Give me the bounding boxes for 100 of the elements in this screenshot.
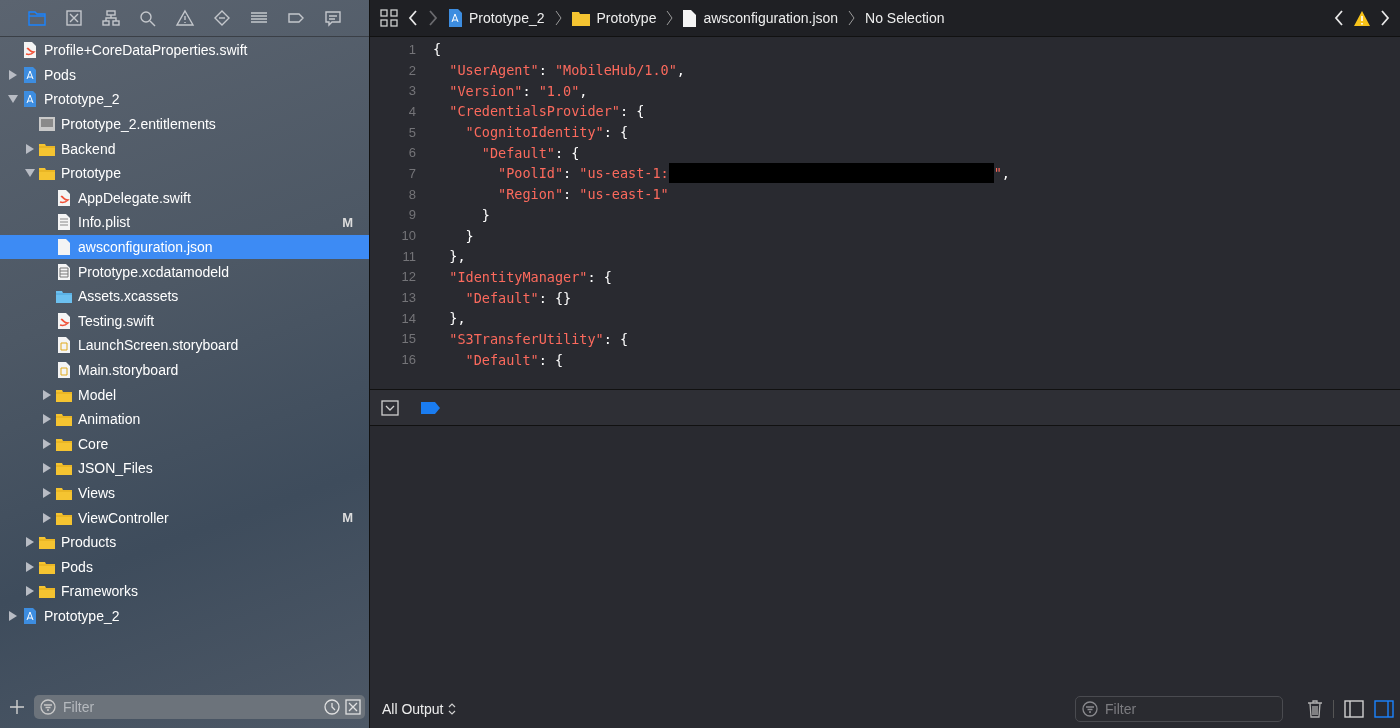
tree-item[interactable]: Profile+CoreDataProperties.swift bbox=[0, 38, 369, 63]
code-punctuation: : { bbox=[554, 144, 580, 161]
diamond-icon[interactable] bbox=[212, 9, 232, 27]
tree-item[interactable]: Pods bbox=[0, 554, 369, 580]
collapsed-triangle-icon[interactable] bbox=[42, 463, 52, 474]
document-icon bbox=[683, 9, 697, 27]
code-string: "UserAgent" bbox=[449, 62, 539, 79]
chevron-icon bbox=[666, 10, 674, 26]
line-number: 13 bbox=[400, 290, 416, 306]
right-pane-toggle-icon[interactable] bbox=[1374, 700, 1394, 718]
speech-icon[interactable] bbox=[323, 9, 343, 27]
folder-icon bbox=[56, 485, 72, 501]
collapsed-triangle-icon[interactable] bbox=[42, 389, 52, 400]
code-punctuation: : bbox=[522, 82, 532, 99]
back-icon[interactable] bbox=[408, 10, 418, 26]
tree-item[interactable]: Prototype_2.entitlements bbox=[0, 111, 369, 137]
breadcrumb[interactable]: awsconfiguration.json bbox=[683, 9, 839, 27]
project-icon bbox=[22, 66, 38, 83]
tree-item[interactable]: Assets.xcassets bbox=[0, 283, 369, 309]
hide-panel-icon[interactable] bbox=[381, 399, 399, 416]
file-name: Prototype.xcdatamodeld bbox=[78, 263, 230, 280]
clock-icon[interactable] bbox=[324, 699, 340, 715]
hierarchy-icon[interactable] bbox=[101, 9, 121, 27]
collapsed-triangle-icon[interactable] bbox=[8, 610, 18, 621]
file-name: LaunchScreen.storyboard bbox=[78, 337, 240, 354]
code-punctuation: : { bbox=[538, 351, 564, 368]
tree-item[interactable]: Prototype_2 bbox=[0, 603, 369, 629]
code-string: "PoolId" bbox=[498, 165, 564, 182]
breakpoint-icon[interactable] bbox=[421, 401, 440, 414]
tree-item[interactable]: Views bbox=[0, 480, 369, 506]
collapsed-triangle-icon[interactable] bbox=[42, 512, 52, 523]
tree-item[interactable]: Animation bbox=[0, 406, 369, 432]
filter-bar[interactable]: Filter bbox=[34, 695, 365, 719]
collapsed-triangle-icon[interactable] bbox=[42, 488, 52, 498]
file-name: Model bbox=[78, 386, 118, 403]
collapsed-triangle-icon[interactable] bbox=[8, 69, 18, 80]
output-selector[interactable]: All Output bbox=[382, 701, 457, 717]
code-punctuation: : bbox=[563, 165, 573, 182]
file-name: Core bbox=[78, 435, 110, 452]
warning-icon[interactable] bbox=[1354, 10, 1370, 26]
code-string: "S3TransferUtility" bbox=[449, 330, 604, 347]
tree-item[interactable]: Info.plist M bbox=[0, 210, 369, 235]
tree-item[interactable]: Main.storyboard bbox=[0, 357, 369, 383]
filter-bar[interactable]: Filter bbox=[1075, 696, 1283, 722]
code-punctuation: : {} bbox=[538, 289, 572, 306]
collapsed-triangle-icon[interactable] bbox=[25, 143, 35, 154]
xsquare-icon[interactable] bbox=[345, 699, 361, 715]
tree-item[interactable]: AppDelegate.swift bbox=[0, 185, 369, 211]
left-pane-toggle-icon[interactable] bbox=[1344, 700, 1364, 718]
line-number: 9 bbox=[407, 207, 416, 223]
tree-item[interactable]: Prototype.xcdatamodeld bbox=[0, 259, 369, 284]
search-icon[interactable] bbox=[138, 9, 158, 27]
file-name: Main.storyboard bbox=[78, 362, 180, 378]
line-number: 15 bbox=[400, 331, 416, 347]
file-name: Frameworks bbox=[61, 583, 139, 600]
swift-file-icon bbox=[56, 189, 72, 206]
tree-item[interactable]: LaunchScreen.storyboard bbox=[0, 333, 369, 358]
folder-icon bbox=[56, 460, 72, 477]
tree-item[interactable]: Pods bbox=[0, 62, 369, 88]
back-icon[interactable] bbox=[1334, 10, 1344, 26]
code-punctuation: }, bbox=[449, 248, 466, 265]
code-string: "Region" bbox=[498, 186, 564, 203]
collapsed-triangle-icon[interactable] bbox=[42, 414, 52, 425]
tree-item[interactable]: Prototype_2 bbox=[0, 87, 369, 112]
collapsed-triangle-icon[interactable] bbox=[42, 438, 52, 449]
tree-item[interactable]: Core bbox=[0, 431, 369, 457]
code-string: "us-east-1: bbox=[579, 165, 669, 182]
tree-item[interactable]: JSON_Files bbox=[0, 456, 369, 481]
breadcrumb[interactable]: Prototype_2 bbox=[448, 9, 545, 27]
expanded-triangle-icon[interactable] bbox=[25, 168, 35, 179]
collapsed-triangle-icon[interactable] bbox=[25, 537, 35, 548]
tree-item[interactable]: Testing.swift bbox=[0, 308, 369, 334]
grid-icon[interactable] bbox=[380, 9, 398, 27]
filter-field[interactable]: Filter bbox=[1103, 700, 1278, 718]
folder-icon bbox=[571, 10, 590, 26]
tree-item[interactable]: Frameworks bbox=[0, 579, 369, 604]
swift-file-icon bbox=[22, 42, 38, 59]
tree-item[interactable]: Products bbox=[0, 529, 369, 555]
tree-item[interactable]: Model bbox=[0, 382, 369, 407]
file-name: awsconfiguration.json bbox=[78, 239, 214, 256]
line-number: 12 bbox=[400, 269, 416, 285]
tree-item[interactable]: Backend bbox=[0, 136, 369, 161]
filter-icon bbox=[1082, 701, 1098, 717]
file-name: Profile+CoreDataProperties.swift bbox=[44, 42, 249, 59]
line-number: 8 bbox=[407, 186, 416, 202]
breadcrumb[interactable]: Prototype bbox=[571, 10, 657, 26]
filter-field[interactable]: Filter bbox=[61, 698, 319, 716]
code-string: "CognitoIdentity" bbox=[465, 124, 604, 141]
xsquare-icon[interactable] bbox=[64, 9, 84, 27]
file-name: Pods bbox=[61, 558, 94, 575]
code-punctuation: : { bbox=[619, 103, 645, 120]
breadcrumb[interactable]: No Selection bbox=[865, 10, 945, 26]
code-string: "Version" bbox=[449, 82, 523, 99]
collapsed-triangle-icon[interactable] bbox=[25, 586, 35, 597]
trash-icon[interactable] bbox=[1307, 700, 1323, 718]
expanded-triangle-icon[interactable] bbox=[8, 94, 18, 105]
tree-item[interactable]: Prototype bbox=[0, 160, 369, 186]
collapsed-triangle-icon[interactable] bbox=[25, 561, 35, 572]
tree-item[interactable]: ViewController M bbox=[0, 505, 369, 530]
add-icon[interactable] bbox=[10, 700, 24, 714]
